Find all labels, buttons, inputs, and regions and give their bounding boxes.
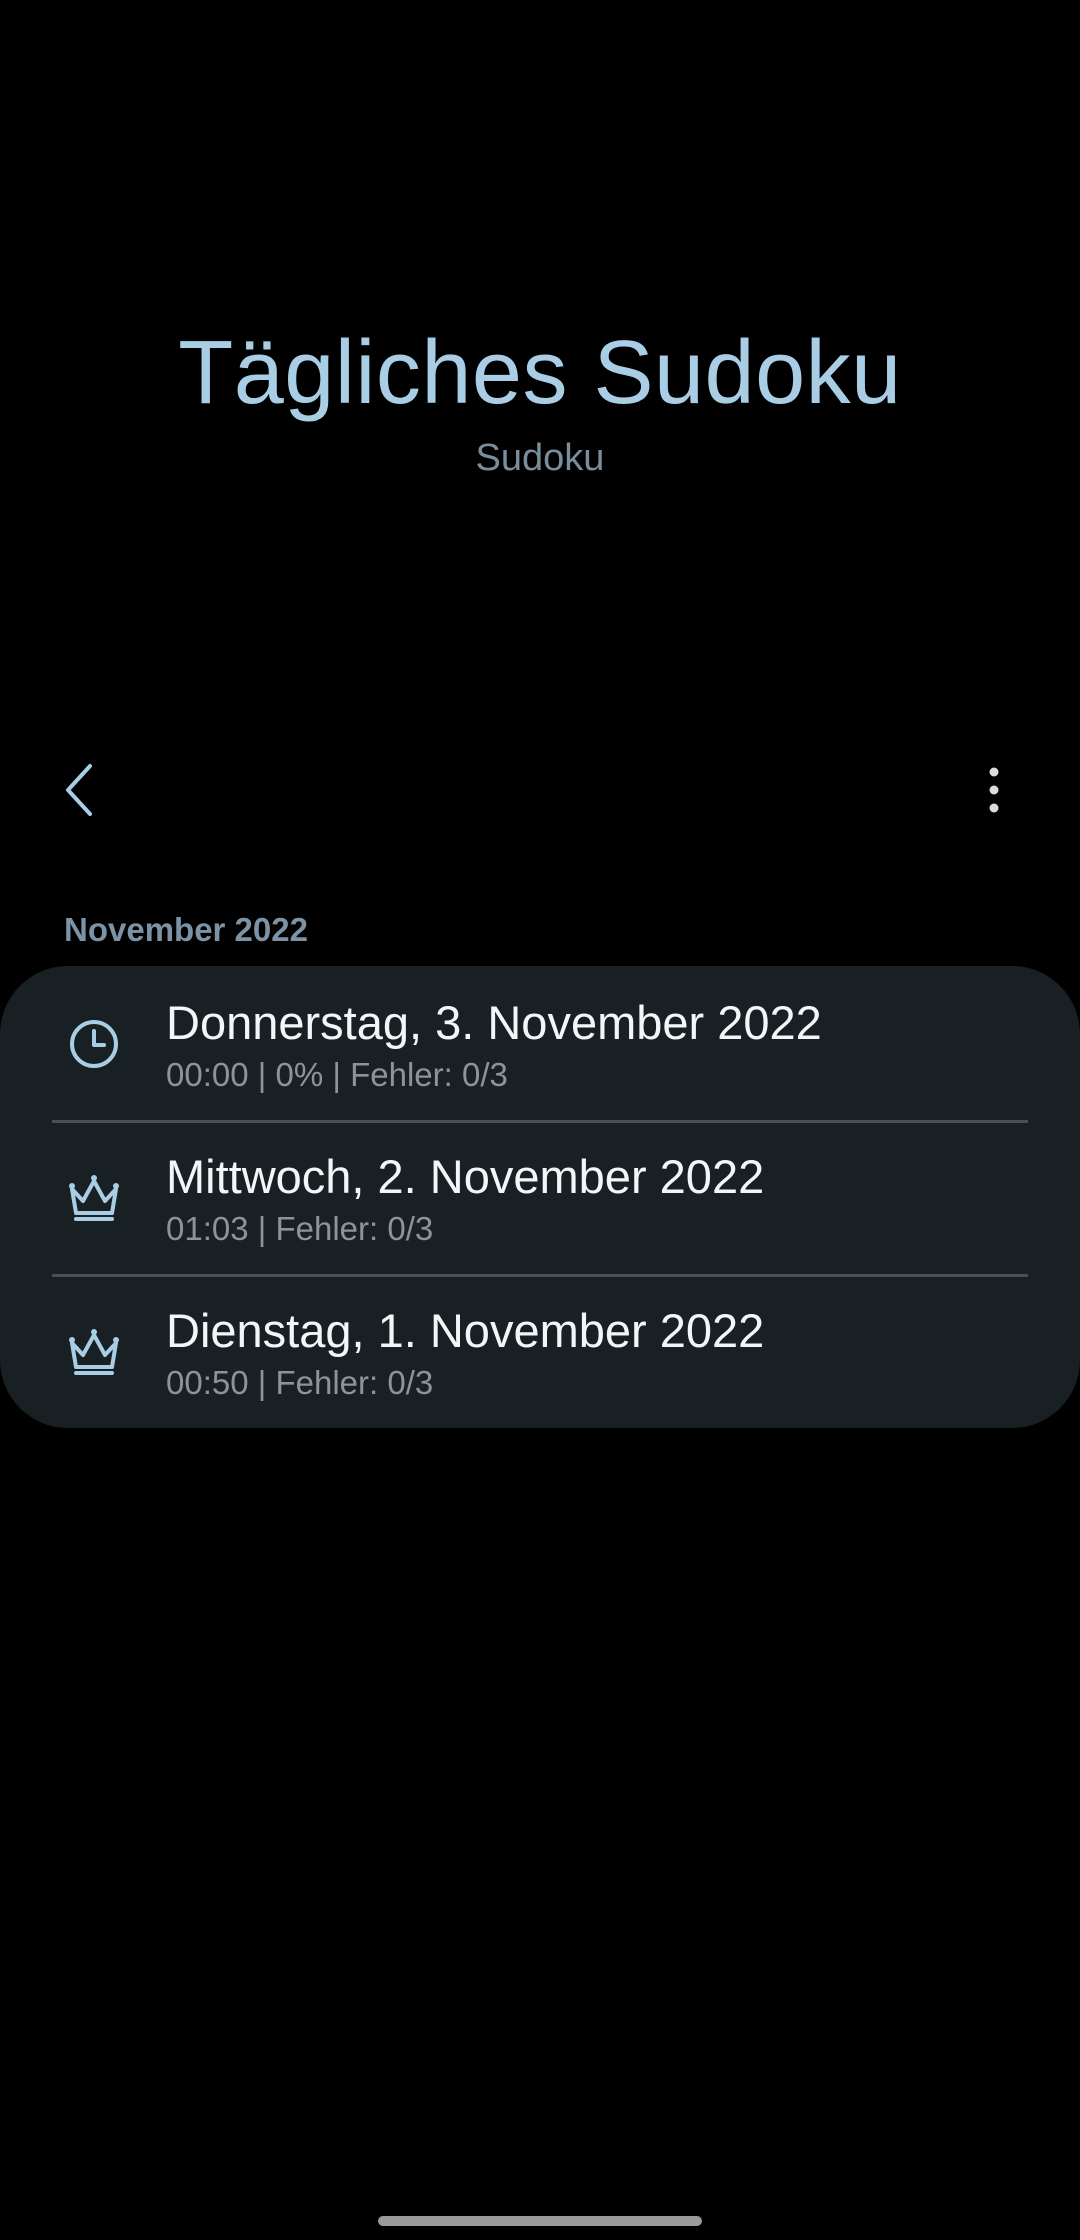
toolbar xyxy=(0,740,1080,840)
more-vertical-icon xyxy=(989,767,999,813)
navigation-handle[interactable] xyxy=(378,2216,702,2226)
page-title: Tägliches Sudoku xyxy=(178,323,902,423)
list-item[interactable]: Mittwoch, 2. November 2022 01:03 | Fehle… xyxy=(0,1120,1080,1274)
crown-icon xyxy=(62,1320,126,1384)
game-details: 00:50 | Fehler: 0/3 xyxy=(166,1364,434,1401)
crown-icon xyxy=(62,1166,126,1230)
clock-icon xyxy=(62,1012,126,1076)
game-list: Donnerstag, 3. November 2022 00:00 | 0% … xyxy=(0,966,1080,1428)
game-date: Mittwoch, 2. November 2022 xyxy=(166,1150,765,1203)
section-header-month: November 2022 xyxy=(64,911,308,948)
list-item[interactable]: Donnerstag, 3. November 2022 00:00 | 0% … xyxy=(0,966,1080,1120)
page-subtitle: Sudoku xyxy=(475,437,605,479)
list-item[interactable]: Dienstag, 1. November 2022 00:50 | Fehle… xyxy=(0,1274,1080,1428)
back-button[interactable] xyxy=(42,752,118,828)
chevron-left-icon xyxy=(66,764,92,816)
more-options-button[interactable] xyxy=(956,752,1032,828)
game-date: Dienstag, 1. November 2022 xyxy=(166,1304,765,1357)
game-details: 00:00 | 0% | Fehler: 0/3 xyxy=(166,1056,508,1093)
game-details: 01:03 | Fehler: 0/3 xyxy=(166,1210,434,1247)
game-date: Donnerstag, 3. November 2022 xyxy=(166,996,822,1049)
